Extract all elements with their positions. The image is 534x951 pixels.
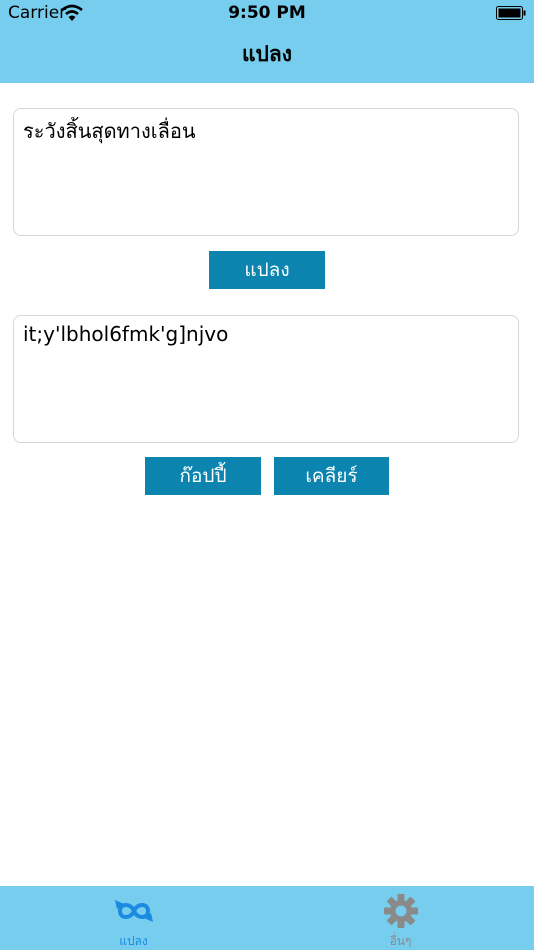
status-bar: Carrier 9:50 PM <box>0 0 534 28</box>
copy-button[interactable]: ก๊อปปี้ <box>145 457 261 495</box>
tab-other[interactable]: อื่นๆ <box>267 886 534 950</box>
clear-button[interactable]: เคลียร์ <box>274 457 389 495</box>
status-time: 9:50 PM <box>228 3 306 23</box>
input-text-area[interactable]: ระวังสิ้นสุดทางเลื่อน <box>13 108 519 236</box>
gear-icon <box>384 894 418 928</box>
tab-bar: แปลง อื่นๆ <box>0 886 534 950</box>
battery-icon <box>496 6 526 20</box>
tab-convert[interactable]: แปลง <box>0 886 267 950</box>
tab-other-label: อื่นๆ <box>389 934 412 948</box>
page-title: แปลง <box>242 42 292 66</box>
output-text-area[interactable]: it;y'lbhol6fmk'g]njvo <box>13 315 519 443</box>
header-bar: Carrier 9:50 PM แปลง <box>0 0 534 83</box>
convert-arrows-icon <box>115 900 153 922</box>
convert-button[interactable]: แปลง <box>209 251 325 289</box>
tab-convert-label: แปลง <box>119 934 148 948</box>
